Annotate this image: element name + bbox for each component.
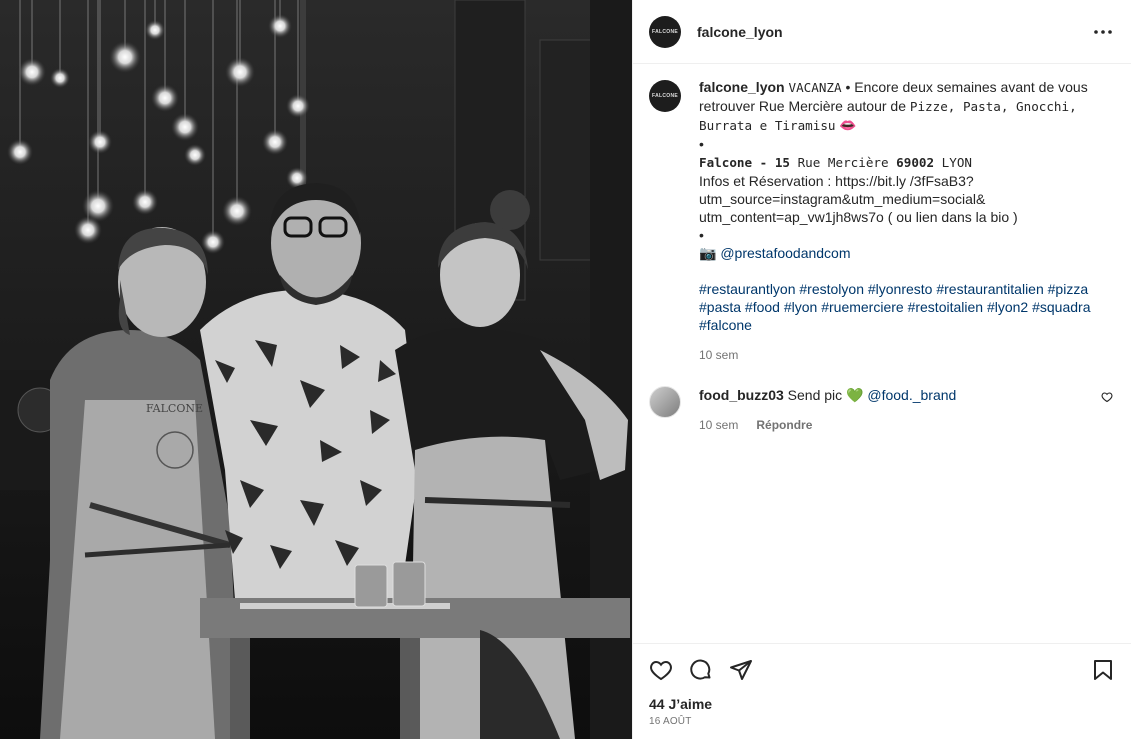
avatar-logo-text: FALCONE [652,28,678,35]
caption-address-name: Falcone - 15 [699,155,790,170]
commenter-username[interactable]: food_buzz03 [699,387,784,403]
green-heart-emoji: 💚 [846,387,864,403]
svg-text:FALCONE: FALCONE [146,402,203,415]
comment: food_buzz03 Send pic 💚 @food._brand 10 s… [649,386,1115,434]
photo-credit-mention[interactable]: @prestafoodandcom [720,245,850,261]
post-date[interactable]: 16 AOÛT [649,716,1115,727]
comment-mention[interactable]: @food._brand [867,387,956,403]
avatar-logo-text: FALCONE [652,93,678,99]
caption: FALCONE falcone_lyon VACANZA • Encore de… [649,78,1115,364]
caption-text: falcone_lyon VACANZA • Encore deux semai… [699,78,1115,364]
caption-info-link: Infos et Réservation : https://bit.ly /3… [699,173,1018,225]
action-icons [649,644,1115,696]
likes-count[interactable]: 44 J’aime [649,696,1115,712]
comment-text: food_buzz03 Send pic 💚 @food._brand 10 s… [699,386,1115,434]
more-options-icon[interactable] [1091,20,1115,44]
caption-username[interactable]: falcone_lyon [699,79,785,95]
comments-section: FALCONE falcone_lyon VACANZA • Encore de… [633,64,1131,643]
caption-address-street: Rue Mercière [790,155,897,170]
comment-like-heart-icon[interactable] [1101,390,1115,404]
caption-time[interactable]: 10 sem [699,346,1115,364]
save-bookmark-icon[interactable] [1091,658,1115,682]
caption-avatar[interactable]: FALCONE [649,80,681,112]
post-photo[interactable]: FALCONE [0,0,632,739]
comment-bubble-icon[interactable] [689,658,713,682]
caption-bullet: • [699,136,704,152]
caption-bullet: • [699,227,704,243]
caption-vacanza: VACANZA [788,80,842,95]
caption-city: LYON [934,155,972,170]
post-actions: 44 J’aime 16 AOÛT [633,643,1131,739]
share-paper-plane-icon[interactable] [729,658,753,682]
comment-meta: 10 sem Répondre [699,416,1115,434]
instagram-post: FALCONE FALCONE falcone_lyon FALCONE fal… [0,0,1131,739]
comment-message: Send pic [783,387,847,403]
post-header: FALCONE falcone_lyon [633,0,1131,64]
comment-time[interactable]: 10 sem [699,416,738,434]
lips-emoji: 👄 [839,117,857,133]
caption-zip: 69002 [896,155,935,170]
commenter-avatar[interactable] [649,386,681,418]
post-side-panel: FALCONE falcone_lyon FALCONE falcone_lyo… [632,0,1131,739]
caption-hashtags[interactable]: #restaurantlyon #restolyon #lyonresto #r… [699,281,1090,333]
restaurant-staff-photo: FALCONE [0,0,632,739]
reply-button[interactable]: Répondre [756,416,812,434]
account-username[interactable]: falcone_lyon [697,24,783,40]
like-heart-icon[interactable] [649,658,673,682]
camera-emoji: 📷 [699,245,717,261]
account-avatar[interactable]: FALCONE [649,15,681,48]
